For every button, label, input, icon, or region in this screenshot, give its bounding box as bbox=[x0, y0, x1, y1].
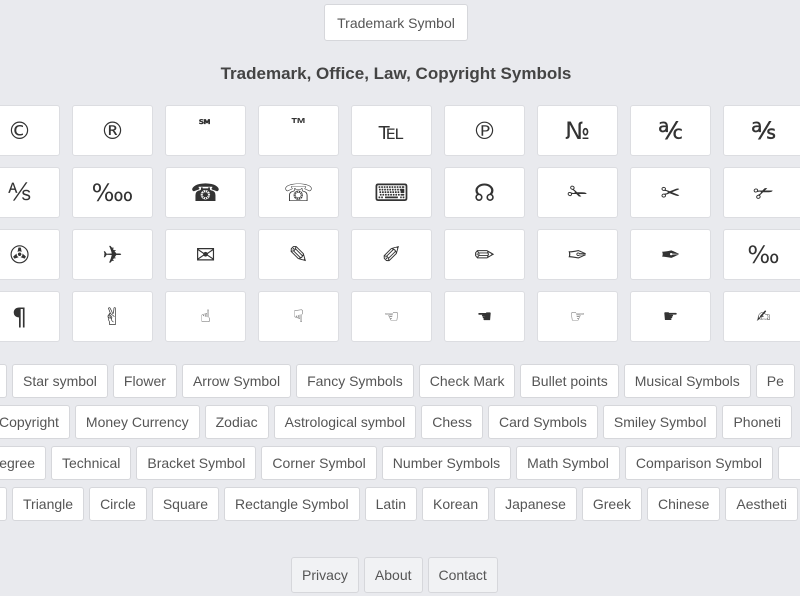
category-link[interactable]: Check Mark bbox=[418, 364, 516, 398]
category-row: egree Technical Bracket Symbol Corner Symbo… bbox=[0, 446, 800, 480]
symbol-cell[interactable]: ℁ bbox=[723, 105, 800, 156]
symbol-cell[interactable]: ☞ bbox=[537, 291, 618, 342]
symbol-cell[interactable]: ✁ bbox=[537, 167, 618, 218]
category-link[interactable]: Smiley Symbol bbox=[602, 405, 718, 439]
symbol-cell[interactable]: ✌ bbox=[72, 291, 153, 342]
symbol-cell[interactable]: ✐ bbox=[351, 229, 432, 280]
symbol-cell[interactable]: ✉ bbox=[165, 229, 246, 280]
symbol-cell[interactable]: ⅍ bbox=[0, 167, 60, 218]
symbol-cell[interactable]: ☎ bbox=[165, 167, 246, 218]
category-link[interactable]: Zodiac bbox=[204, 405, 269, 439]
symbol-cell[interactable]: ☊ bbox=[444, 167, 525, 218]
category-link[interactable]: Japanese bbox=[494, 487, 577, 521]
category-link[interactable]: Math Symbol bbox=[516, 446, 620, 480]
symbol-cell[interactable]: ☚ bbox=[444, 291, 525, 342]
symbol-cell[interactable]: ℀ bbox=[630, 105, 711, 156]
symbol-cell[interactable]: ✃ bbox=[723, 167, 800, 218]
symbol-cell[interactable]: ™ bbox=[258, 105, 339, 156]
category-link[interactable]: Pe bbox=[755, 364, 795, 398]
category-link[interactable]: Aestheti bbox=[725, 487, 798, 521]
category-link[interactable]: Technical bbox=[51, 446, 132, 480]
category-link[interactable]: Star symbol bbox=[12, 364, 108, 398]
contact-link[interactable]: Contact bbox=[427, 557, 498, 593]
symbol-cell[interactable]: ☏ bbox=[258, 167, 339, 218]
category-row: Copyright Money Currency Zodiac Astrologica… bbox=[0, 405, 792, 439]
category-link[interactable]: Square bbox=[151, 487, 219, 521]
category-link[interactable]: Triangle bbox=[12, 487, 85, 521]
category-row: Triangle Circle Square Rectangle Symbol Lati… bbox=[0, 487, 798, 521]
category-link[interactable]: Astrological symbol bbox=[273, 405, 417, 439]
category-link[interactable]: Flower bbox=[112, 364, 177, 398]
symbol-cell[interactable]: ✒ bbox=[630, 229, 711, 280]
category-link[interactable]: Musical Symbols bbox=[623, 364, 751, 398]
category-row: Star symbol Flower Arrow Symbol Fancy Symbo… bbox=[0, 364, 795, 398]
symbol-cell[interactable]: ☜ bbox=[351, 291, 432, 342]
symbol-grid: © ® ℠ ™ ℡ ℗ № ℀ ℁ ⅍ ‱ ☎ ☏ ⌨ ☊ ✁ ✂ ✃ ✇ ✈ ✉ ✎ ✐ ✏ ✑ ✒ ‰ ¶ ✌ ☝ ☟ ☜ ☚ ☞ ☛ ✍ bbox=[0, 105, 800, 342]
category-link[interactable]: Bracket Symbol bbox=[136, 446, 257, 480]
category-link[interactable]: Number Symbols bbox=[381, 446, 512, 480]
symbol-cell[interactable]: ℗ bbox=[444, 105, 525, 156]
symbol-cell[interactable]: ‱ bbox=[72, 167, 153, 218]
symbol-cell[interactable]: ☛ bbox=[630, 291, 711, 342]
category-link[interactable]: Bullet points bbox=[520, 364, 619, 398]
category-link[interactable]: Money Currency bbox=[74, 405, 200, 439]
symbol-cell[interactable]: ✇ bbox=[0, 229, 60, 280]
category-link[interactable]: Rectangle Symbol bbox=[224, 487, 360, 521]
category-link[interactable]: Copyright bbox=[0, 405, 70, 439]
privacy-link[interactable]: Privacy bbox=[291, 557, 359, 593]
symbol-cell[interactable]: © bbox=[0, 105, 60, 156]
category-link[interactable]: Chinese bbox=[646, 487, 721, 521]
symbol-cell[interactable]: ® bbox=[72, 105, 153, 156]
category-link[interactable] bbox=[0, 364, 7, 398]
symbol-cell[interactable]: ✎ bbox=[258, 229, 339, 280]
symbol-cell[interactable]: № bbox=[537, 105, 618, 156]
footer: Privacy About Contact bbox=[291, 557, 498, 593]
category-link[interactable] bbox=[777, 446, 800, 480]
category-link[interactable]: Corner Symbol bbox=[261, 446, 377, 480]
symbol-cell[interactable]: ☝ bbox=[165, 291, 246, 342]
symbol-cell[interactable]: ⌨ bbox=[351, 167, 432, 218]
category-link[interactable]: Latin bbox=[364, 487, 417, 521]
category-link[interactable]: Korean bbox=[421, 487, 490, 521]
symbol-cell[interactable]: ℠ bbox=[165, 105, 246, 156]
category-link[interactable]: Circle bbox=[89, 487, 147, 521]
symbol-cell[interactable]: ✑ bbox=[537, 229, 618, 280]
trademark-symbol-button[interactable]: Trademark Symbol bbox=[324, 4, 468, 41]
category-link[interactable]: Card Symbols bbox=[487, 405, 598, 439]
page-title: Trademark, Office, Law, Copyright Symbol… bbox=[220, 64, 572, 83]
symbol-cell[interactable]: ‰ bbox=[723, 229, 800, 280]
category-link[interactable]: egree bbox=[0, 446, 46, 480]
symbol-cell[interactable]: ✍ bbox=[723, 291, 800, 342]
category-link[interactable]: Comparison Symbol bbox=[624, 446, 773, 480]
symbol-cell[interactable]: ☟ bbox=[258, 291, 339, 342]
symbol-cell[interactable]: ✂ bbox=[630, 167, 711, 218]
symbol-cell[interactable]: ℡ bbox=[351, 105, 432, 156]
symbol-cell[interactable]: ✈ bbox=[72, 229, 153, 280]
symbol-cell[interactable]: ¶ bbox=[0, 291, 60, 342]
category-link[interactable]: Arrow Symbol bbox=[181, 364, 292, 398]
category-link[interactable]: Fancy Symbols bbox=[296, 364, 414, 398]
category-link[interactable]: Phoneti bbox=[722, 405, 792, 439]
about-link[interactable]: About bbox=[363, 557, 423, 593]
category-link[interactable]: Chess bbox=[421, 405, 483, 439]
category-link[interactable]: Greek bbox=[581, 487, 642, 521]
symbol-cell[interactable]: ✏ bbox=[444, 229, 525, 280]
category-link[interactable] bbox=[0, 487, 7, 521]
